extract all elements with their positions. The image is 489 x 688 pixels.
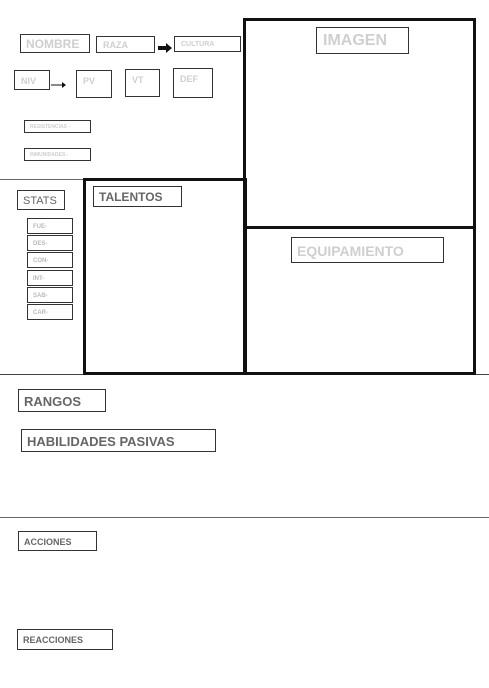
niv-label: NIV bbox=[21, 76, 37, 86]
rangos-title: RANGOS bbox=[24, 394, 82, 409]
stat-int-label: INT- bbox=[33, 276, 45, 282]
stat-sab[interactable]: SAB- bbox=[27, 287, 73, 303]
rangos-title-box: RANGOS bbox=[18, 389, 106, 412]
divider-lower bbox=[0, 517, 489, 518]
stat-car-label: CAR- bbox=[33, 310, 48, 316]
imagen-title-box: IMAGEN bbox=[316, 27, 409, 54]
talentos-title: TALENTOS bbox=[99, 190, 163, 204]
inmunidades-field[interactable]: INMUNIDADES - bbox=[24, 148, 91, 161]
vt-label: VT bbox=[132, 75, 144, 85]
cultura-label: CULTURA bbox=[181, 41, 215, 48]
equipamiento-title: EQUIPAMIENTO bbox=[297, 243, 404, 259]
stats-title-box: STATS bbox=[17, 190, 65, 210]
stat-int[interactable]: INT- bbox=[27, 270, 73, 286]
cultura-field[interactable]: CULTURA bbox=[174, 36, 241, 52]
divider-top-left bbox=[0, 179, 86, 180]
raza-field[interactable]: RAZA bbox=[96, 36, 155, 53]
stats-title: STATS bbox=[23, 195, 57, 207]
raza-label: RAZA bbox=[103, 40, 128, 50]
def-field[interactable]: DEF bbox=[173, 68, 213, 98]
talentos-panel bbox=[83, 178, 247, 375]
imagen-title: IMAGEN bbox=[323, 32, 387, 49]
arrow-thin-icon bbox=[51, 76, 67, 88]
acciones-title: ACCIONES bbox=[24, 537, 72, 547]
stat-con-label: CON- bbox=[33, 258, 49, 264]
vt-field[interactable]: VT bbox=[125, 69, 160, 97]
pv-label: PV bbox=[83, 76, 96, 86]
stat-car[interactable]: CAR- bbox=[27, 304, 73, 320]
niv-field[interactable]: NIV bbox=[14, 70, 50, 90]
habilidades-title-box: HABILIDADES PASIVAS bbox=[21, 429, 216, 452]
stat-des-label: DES- bbox=[33, 241, 48, 247]
reacciones-title-box: REACCIONES bbox=[17, 629, 113, 650]
resistencias-field[interactable]: RESISTENCIAS - bbox=[24, 120, 91, 133]
reacciones-title: REACCIONES bbox=[23, 635, 84, 645]
stat-sab-label: SAB- bbox=[33, 293, 48, 299]
equipamiento-title-box: EQUIPAMIENTO bbox=[291, 237, 444, 263]
stat-con[interactable]: CON- bbox=[27, 252, 73, 268]
def-label: DEF bbox=[180, 74, 198, 84]
inmunidades-label: INMUNIDADES - bbox=[30, 152, 69, 158]
stat-des[interactable]: DES- bbox=[27, 235, 73, 251]
habilidades-title: HABILIDADES PASIVAS bbox=[27, 434, 175, 449]
stat-fue-label: FUE- bbox=[33, 224, 47, 230]
nombre-label: NOMBRE bbox=[26, 37, 80, 51]
resistencias-label: RESISTENCIAS - bbox=[30, 124, 71, 130]
talentos-title-box: TALENTOS bbox=[93, 186, 182, 207]
nombre-field[interactable]: NOMBRE bbox=[20, 34, 90, 53]
pv-field[interactable]: PV bbox=[76, 70, 112, 98]
arrow-right-icon bbox=[158, 40, 172, 53]
stat-fue[interactable]: FUE- bbox=[27, 218, 73, 234]
acciones-title-box: ACCIONES bbox=[18, 531, 97, 551]
